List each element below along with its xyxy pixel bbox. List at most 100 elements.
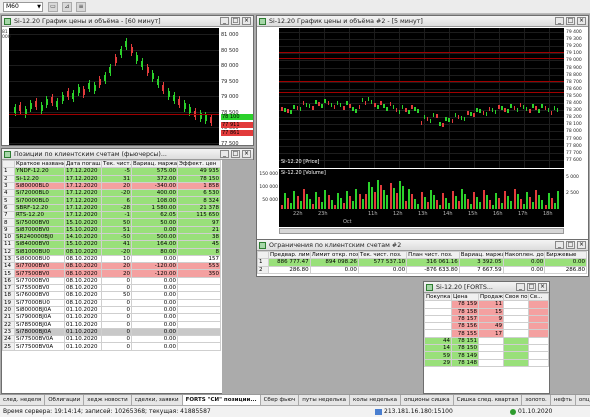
- table-row[interactable]: 8 Si75000BV0 15.10.2020 50 50.00 97: [2, 218, 221, 227]
- workspace-tab[interactable]: Сишка след. квартал: [454, 395, 523, 405]
- table-row[interactable]: 18 Si76000BV0 08.10.2020 50 0.00: [2, 291, 221, 300]
- table-row[interactable]: 20 Si80000BJ0A 01.10.2020 0 0.00: [2, 305, 221, 315]
- volume-chart[interactable]: Si-12.20 [Volume]: [279, 169, 564, 209]
- window-titlebar[interactable]: Si-12.20 График цены и объёма - [60 мину…: [2, 16, 253, 27]
- maximize-icon[interactable]: □: [231, 150, 240, 158]
- table-row[interactable]: 3 Si80000BL0 17.12.2020 20 -340.00 1 858: [2, 181, 221, 191]
- chart-icon[interactable]: ⊿: [62, 2, 72, 12]
- table-row[interactable]: 21 Si79000BJ0A 01.10.2020 0 0.00: [2, 313, 221, 322]
- window-titlebar[interactable]: Ограничения по клиентским счетам #2 _ □ ×: [257, 240, 588, 251]
- maximize-icon[interactable]: □: [527, 283, 536, 291]
- orderbook-row[interactable]: 59 78 149: [424, 351, 549, 360]
- table-row[interactable]: 12 Si81000BU0 08.10.2020 -20 80.00 8: [2, 247, 221, 256]
- workspace-tab[interactable]: FORTS "СИ" позиции...: [182, 395, 261, 405]
- column-header[interactable]: Биржевые: [544, 250, 587, 260]
- table-row[interactable]: 15 Si77500BV0 08.10.2020 20 -120.00 350: [2, 269, 221, 278]
- workspace-tab[interactable]: сделки, заявки: [132, 395, 183, 405]
- workspace-tab[interactable]: опционы ртс: [576, 395, 590, 405]
- table-row[interactable]: 1 YNDF-12.20 17.12.2020 -5 575.00 49 935: [2, 167, 221, 176]
- minimize-icon[interactable]: _: [220, 17, 229, 25]
- close-icon[interactable]: ×: [242, 150, 251, 158]
- close-icon[interactable]: ×: [577, 241, 586, 249]
- workspace-tab[interactable]: золото.: [522, 395, 551, 405]
- close-icon[interactable]: ×: [577, 17, 586, 25]
- orderbook-row[interactable]: 78 156 49: [424, 322, 549, 331]
- table-row[interactable]: 11 Si84000BV0 15.10.2020 41 164.00 45: [2, 240, 221, 249]
- price-chart-5min[interactable]: Si-12.20 [Price]: [279, 28, 564, 168]
- window-titlebar[interactable]: Si-12.20 [FORTS... _ □ ×: [424, 282, 549, 293]
- column-header[interactable]: Вариац. маржа: [131, 159, 178, 169]
- candle: [120, 49, 122, 55]
- table-row[interactable]: 19 Si77000BU0 08.10.2020 0 0.00: [2, 298, 221, 307]
- column-header[interactable]: Тек. чист.поз.: [101, 159, 132, 169]
- orderbook-row[interactable]: 14 78 150: [424, 344, 549, 353]
- orderbook-row[interactable]: 78 155 17: [424, 329, 549, 338]
- volume-bar: [454, 196, 457, 209]
- column-header[interactable]: Цена: [451, 292, 479, 302]
- open-icon[interactable]: ▭: [48, 2, 58, 12]
- column-header[interactable]: Предвар. лимит: [267, 250, 311, 260]
- grid-line: [279, 46, 564, 48]
- table-row[interactable]: 23 Si78000BJ0A 01.10.2020 0 0.00: [2, 327, 221, 337]
- close-icon[interactable]: ×: [242, 17, 251, 25]
- table-row[interactable]: 10 SR240000BJ0 14.10.2020 -50 500.00 38: [2, 232, 221, 242]
- column-header[interactable]: План чист. поз.: [406, 250, 460, 260]
- column-header[interactable]: [2, 159, 15, 169]
- column-header[interactable]: Лимит откр. поз.: [309, 250, 359, 260]
- window-titlebar[interactable]: Позиции по клиентским счетам (фьючерсы).…: [2, 149, 253, 160]
- column-header[interactable]: Накоплен. доход: [502, 250, 546, 260]
- table-row[interactable]: 5 Si70000BL0 17.12.2020 6 108.00 8 324: [2, 196, 221, 205]
- workspace-tab[interactable]: след. неделя: [0, 395, 46, 405]
- table-row[interactable]: 7 RTS-12.20 17.12.2020 -1 62.05 115 650: [2, 211, 221, 220]
- orderbook-row[interactable]: 78 159 11: [424, 300, 549, 309]
- table-row[interactable]: 2 Si-12.20 17.12.2020 31 372.00 78 150: [2, 174, 221, 183]
- column-header[interactable]: Покупка: [424, 292, 452, 302]
- workspace-tab[interactable]: путы неделька: [299, 395, 351, 405]
- price-chart-60min[interactable]: [9, 28, 219, 145]
- workspace-tab[interactable]: нефть: [551, 395, 576, 405]
- orderbook-row[interactable]: 78 157 9: [424, 314, 549, 324]
- column-header[interactable]: Продажа: [478, 292, 504, 302]
- table-row[interactable]: 6 SBRF-12.20 17.12.2020 -28 1 580.00 21 378: [2, 203, 221, 213]
- close-icon[interactable]: ×: [538, 283, 547, 291]
- table-row[interactable]: 13 Si80000BU0 08.10.2020 10 0.00 157: [2, 254, 221, 264]
- workspace-tab[interactable]: Сбер фьюч: [261, 395, 300, 405]
- minimize-icon[interactable]: _: [516, 283, 525, 291]
- table-row[interactable]: 16 Si77000BV0 08.10.2020 0 0.00: [2, 276, 221, 286]
- workspace-tab[interactable]: хедж новости: [84, 395, 132, 405]
- timeframe-select[interactable]: M60 ▼: [3, 2, 43, 12]
- column-header[interactable]: Краткое название: [14, 159, 65, 169]
- column-header[interactable]: Дата погаш.: [64, 159, 102, 169]
- workspace-tab[interactable]: колы неделька: [350, 395, 401, 405]
- orderbook-row[interactable]: 29 78 148: [424, 358, 549, 367]
- column-header[interactable]: Эффект. цен: [177, 159, 221, 169]
- table-row[interactable]: 17 Si75500BV0 08.10.2020 0 0.00: [2, 284, 221, 293]
- table-row[interactable]: 9 Si87000BV0 15.10.2020 51 0.00 21: [2, 225, 221, 234]
- column-header[interactable]: Св...: [528, 292, 549, 302]
- minimize-icon[interactable]: _: [220, 150, 229, 158]
- orderbook-row[interactable]: 78 158 15: [424, 307, 549, 316]
- maximize-icon[interactable]: □: [566, 17, 575, 25]
- maximize-icon[interactable]: □: [231, 17, 240, 25]
- window-titlebar[interactable]: Si-12.20 График цены и объёма #2 - [5 ми…: [257, 16, 588, 27]
- table-row[interactable]: 14 Si77000BV0 08.10.2020 20 -120.00 553: [2, 262, 221, 271]
- maximize-icon[interactable]: □: [566, 241, 575, 249]
- table-icon[interactable]: ≡: [76, 2, 86, 12]
- table-row[interactable]: 2 286.80 0.00 0.00 -876 633.80 7 667.59 0.00 28…: [257, 265, 587, 274]
- table-row[interactable]: 4 Si72000BL0 17.12.2020 -20 400.00 6 530: [2, 189, 221, 198]
- orderbook-row[interactable]: 44 78 151: [424, 336, 549, 346]
- column-header[interactable]: [257, 250, 269, 260]
- horizontal-scrollbar[interactable]: [279, 228, 564, 234]
- minimize-icon[interactable]: _: [555, 241, 564, 249]
- minimize-icon[interactable]: _: [555, 17, 564, 25]
- table-cell-name: Si84000BV0: [14, 240, 65, 249]
- table-row[interactable]: 1 886 777.47 894 098.26 577 537.10 316 061.1…: [257, 258, 587, 267]
- column-header[interactable]: Вариац. маржа: [458, 250, 504, 260]
- table-row[interactable]: 22 Si78500BJ0A 01.10.2020 0 0.00: [2, 320, 221, 329]
- workspace-tab[interactable]: опционы сишка: [401, 395, 454, 405]
- workspace-tab[interactable]: Облигации: [45, 395, 85, 405]
- column-header[interactable]: Тек. чист. поз.: [357, 250, 408, 260]
- column-header[interactable]: Своя по...: [503, 292, 529, 302]
- table-row[interactable]: 24 Si77500BV0A 01.10.2020 0 0.00: [2, 335, 221, 344]
- table-row[interactable]: 25 Si77500BV0A 01.10.2020 0 0.00: [2, 342, 221, 351]
